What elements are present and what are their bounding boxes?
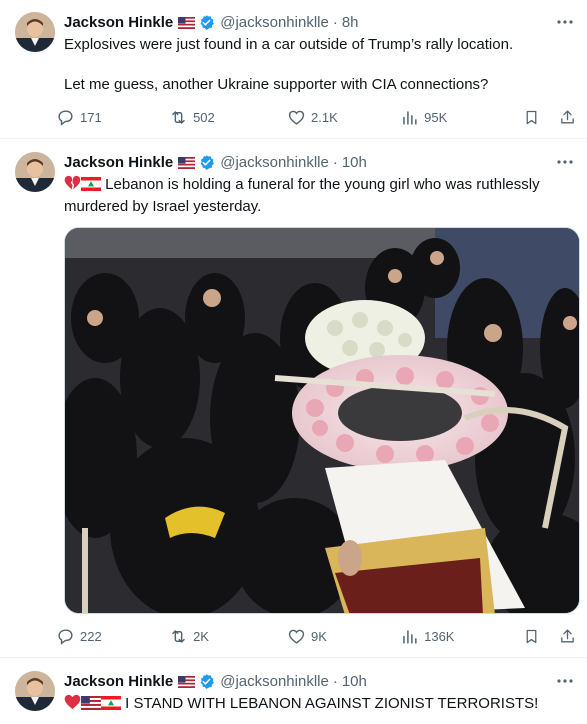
more-icon[interactable] bbox=[555, 12, 575, 32]
reply-count: 171 bbox=[80, 109, 102, 125]
reply-button[interactable]: 222 bbox=[56, 627, 169, 646]
tweet-2[interactable]: Jackson Hinkle @jacksonhinklle · 10h Leb… bbox=[0, 140, 587, 658]
separator: · bbox=[332, 13, 338, 31]
reply-count: 222 bbox=[80, 628, 102, 644]
tweet-text: Lebanon is holding a funeral for the you… bbox=[64, 175, 569, 217]
views-count: 136K bbox=[424, 628, 455, 644]
reply-icon bbox=[58, 109, 73, 126]
repost-count: 502 bbox=[193, 109, 215, 125]
us-flag-icon bbox=[178, 675, 196, 688]
verified-badge-icon[interactable] bbox=[198, 14, 215, 31]
repost-button[interactable]: 502 bbox=[169, 108, 287, 127]
action-bar: 171 502 2.1K 95K bbox=[56, 105, 581, 129]
verified-badge-icon[interactable] bbox=[198, 673, 215, 690]
separator: · bbox=[332, 672, 338, 690]
like-count: 9K bbox=[311, 628, 327, 644]
tweet-text: Explosives were just found in a car outs… bbox=[64, 35, 569, 95]
share-button[interactable] bbox=[559, 627, 581, 646]
author-handle[interactable]: @jacksonhinklle bbox=[220, 14, 329, 31]
tweet-header: Jackson Hinkle @jacksonhinklle · 10h bbox=[64, 152, 367, 172]
us-flag-icon bbox=[178, 16, 196, 29]
tweet-line: Let me guess, another Ukraine supporter … bbox=[64, 76, 489, 93]
repost-button[interactable]: 2K bbox=[169, 627, 287, 646]
avatar[interactable] bbox=[15, 671, 55, 711]
reply-icon bbox=[58, 628, 73, 645]
like-button[interactable]: 2.1K bbox=[287, 108, 400, 127]
bookmark-icon bbox=[526, 110, 537, 124]
tweet-line: I STAND WITH LEBANON AGAINST ZIONIST TER… bbox=[125, 695, 539, 712]
lebanon-flag-emoji bbox=[101, 696, 121, 716]
tweet-3[interactable]: Jackson Hinkle @jacksonhinklle · 10h I S… bbox=[0, 659, 587, 724]
red-heart-emoji bbox=[64, 694, 81, 716]
share-button[interactable] bbox=[559, 108, 581, 127]
us-flag-emoji bbox=[81, 696, 101, 716]
reply-button[interactable]: 171 bbox=[56, 108, 169, 127]
like-button[interactable]: 9K bbox=[287, 627, 400, 646]
share-icon bbox=[561, 628, 574, 642]
separator: · bbox=[332, 153, 338, 171]
views-button[interactable]: 95K bbox=[400, 108, 523, 127]
tweet-line: Lebanon is holding a funeral for the you… bbox=[64, 176, 540, 215]
share-icon bbox=[561, 109, 574, 123]
tweet-photo[interactable] bbox=[64, 227, 580, 614]
repost-count: 2K bbox=[193, 628, 209, 644]
verified-badge-icon[interactable] bbox=[198, 154, 215, 171]
like-icon bbox=[288, 629, 305, 644]
bookmark-icon bbox=[526, 629, 537, 643]
views-button[interactable]: 136K bbox=[400, 627, 523, 646]
author-name[interactable]: Jackson Hinkle bbox=[64, 154, 173, 171]
more-icon[interactable] bbox=[555, 152, 575, 172]
avatar[interactable] bbox=[15, 152, 55, 192]
tweet-header: Jackson Hinkle @jacksonhinklle · 10h bbox=[64, 671, 367, 691]
tweet-line: Explosives were just found in a car outs… bbox=[64, 36, 514, 53]
author-handle[interactable]: @jacksonhinklle bbox=[220, 154, 329, 171]
views-count: 95K bbox=[424, 109, 448, 125]
author-name[interactable]: Jackson Hinkle bbox=[64, 673, 173, 690]
more-icon[interactable] bbox=[555, 671, 575, 691]
bookmark-button[interactable] bbox=[523, 108, 545, 127]
repost-icon bbox=[172, 629, 185, 643]
timestamp[interactable]: 10h bbox=[342, 673, 367, 690]
views-icon bbox=[403, 629, 417, 644]
avatar[interactable] bbox=[15, 12, 55, 52]
tweet-1[interactable]: Jackson Hinkle @jacksonhinklle · 8h Expl… bbox=[0, 0, 587, 139]
author-handle[interactable]: @jacksonhinklle bbox=[220, 673, 329, 690]
broken-heart-emoji bbox=[64, 175, 81, 197]
tweet-header: Jackson Hinkle @jacksonhinklle · 8h bbox=[64, 12, 359, 32]
like-icon bbox=[288, 110, 305, 125]
views-icon bbox=[403, 110, 417, 125]
author-name[interactable]: Jackson Hinkle bbox=[64, 14, 173, 31]
timestamp[interactable]: 10h bbox=[342, 154, 367, 171]
action-bar: 222 2K 9K 136K bbox=[56, 624, 581, 648]
timestamp[interactable]: 8h bbox=[342, 14, 359, 31]
bookmark-button[interactable] bbox=[523, 627, 545, 646]
like-count: 2.1K bbox=[311, 109, 338, 125]
repost-icon bbox=[172, 110, 185, 124]
us-flag-icon bbox=[178, 156, 196, 169]
tweet-text: I STAND WITH LEBANON AGAINST ZIONIST TER… bbox=[64, 694, 569, 716]
lebanon-flag-emoji bbox=[81, 177, 101, 197]
